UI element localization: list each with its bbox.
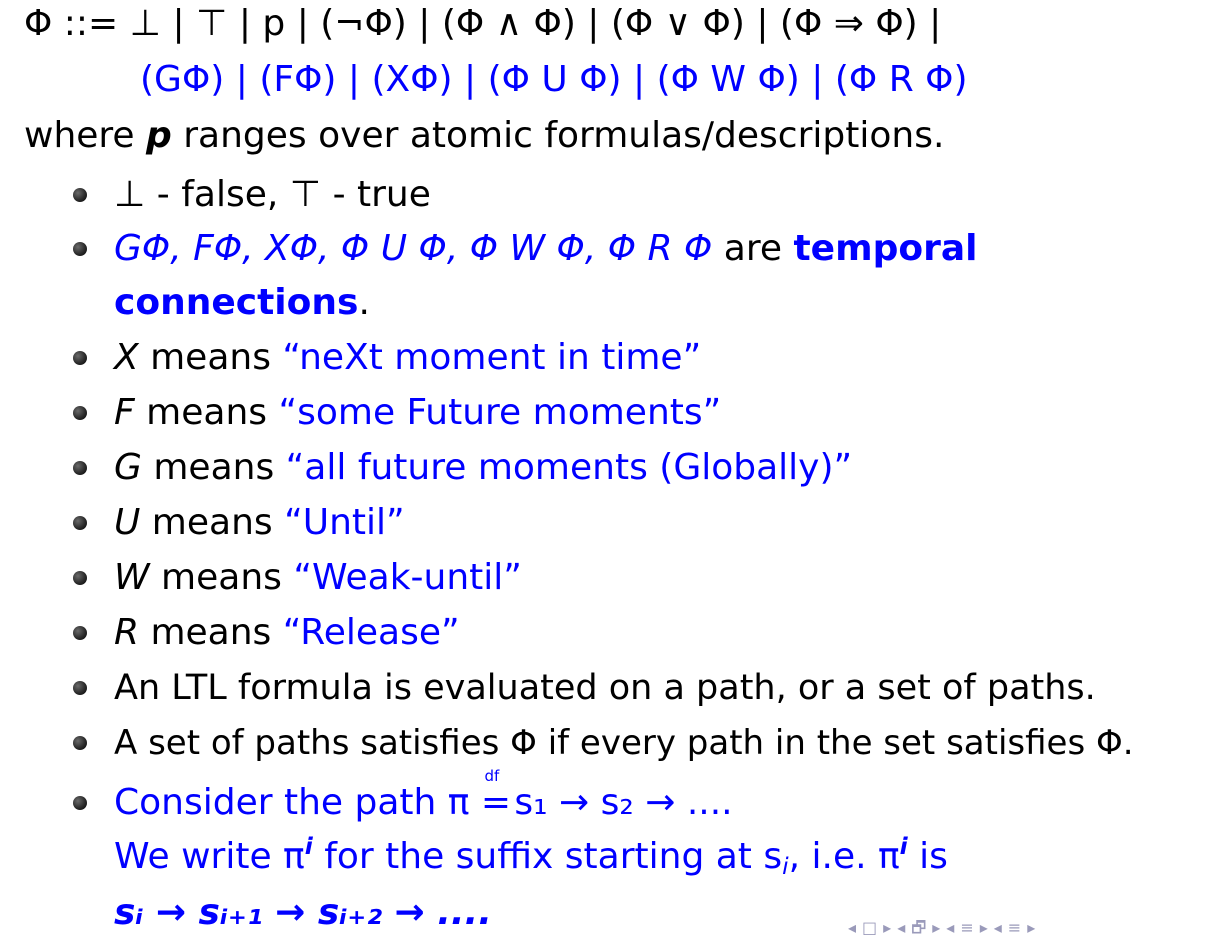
- grammar-line-1-text: Φ ::= ⊥ | ⊤ | p | (¬Φ) | (Φ ∧ Φ) | (Φ ∨ …: [24, 3, 942, 44]
- write-mid: for the suffix starting at s: [312, 836, 783, 877]
- bullet-dot: [73, 681, 87, 695]
- bullet-dot: [73, 461, 87, 475]
- df-equals: df =: [481, 769, 511, 825]
- sup-i: i: [304, 831, 313, 860]
- op-x: X: [114, 337, 139, 378]
- desc-r: “Release”: [282, 612, 460, 653]
- consider-text: Consider the path π: [114, 782, 481, 823]
- bullet-dot: [73, 516, 87, 530]
- means-f: means: [134, 392, 279, 433]
- beamer-navigation: ◂ □ ▸ ◂ 🗗 ▸ ◂ ≡ ▸ ◂ ≡ ▸: [848, 918, 1035, 938]
- sup-i-2: i: [899, 831, 908, 860]
- nav-subsection-icon[interactable]: 🗗: [911, 918, 926, 938]
- ltl-text: An LTL formula is evaluated on a path, o…: [114, 668, 1096, 708]
- temporal-formulas: GΦ, FΦ, XΦ, Φ U Φ, Φ W Φ, Φ R Φ: [114, 228, 713, 269]
- nav-prev-doc-icon[interactable]: ◂: [994, 918, 1002, 938]
- suffix-sequence: sᵢ → sᵢ₊₁ → sᵢ₊₂ → ....: [114, 892, 492, 933]
- bullet-u: U means “Until”: [114, 501, 405, 545]
- nav-prev-frame-icon[interactable]: ◂: [848, 918, 856, 938]
- temporal-are: are: [712, 228, 794, 269]
- nav-frame-icon[interactable]: □: [862, 918, 877, 938]
- nav-next-frame-icon[interactable]: ▸: [883, 918, 891, 938]
- grammar-line-1: Φ ::= ⊥ | ⊤ | p | (¬Φ) | (Φ ∧ Φ) | (Φ ∨ …: [24, 2, 941, 46]
- bullet-f: F means “some Future moments”: [114, 391, 721, 435]
- bullet-ltl: An LTL formula is evaluated on a path, o…: [114, 666, 1096, 710]
- bullet-dot: [73, 406, 87, 420]
- nav-next-subsection-icon[interactable]: ▸: [932, 918, 940, 938]
- bullet-dot: [73, 736, 87, 750]
- where-pre: where: [24, 115, 147, 156]
- temporal-term: temporal: [793, 228, 978, 269]
- false-true-text: ⊥ - false, ⊤ - true: [114, 174, 431, 215]
- means-g: means: [141, 447, 286, 488]
- bullet-r: R means “Release”: [114, 611, 460, 655]
- bullet-dot: [73, 188, 87, 202]
- means-r: means: [139, 612, 283, 653]
- op-f: F: [114, 392, 135, 433]
- where-line: where p ranges over atomic formulas/desc…: [24, 114, 944, 158]
- means-u: means: [140, 502, 285, 543]
- op-r: R: [114, 612, 140, 653]
- nav-prev-subsection-icon[interactable]: ◂: [897, 918, 905, 938]
- slide: Φ ::= ⊥ | ⊤ | p | (¬Φ) | (Φ ∧ Φ) | (Φ ∨ …: [0, 0, 1220, 942]
- means-w: means: [149, 557, 294, 598]
- op-u: U: [114, 502, 141, 543]
- bullet-dot: [73, 351, 87, 365]
- df-label: df: [484, 767, 500, 785]
- bullet-path: Consider the path π df = s₁ → s₂ → ....: [114, 769, 733, 825]
- bullet-dot: [73, 626, 87, 640]
- write-ie: , i.e. π: [788, 836, 900, 877]
- op-w: W: [114, 557, 150, 598]
- bullet-temporal: GΦ, FΦ, XΦ, Φ U Φ, Φ W Φ, Φ R Φ are temp…: [114, 227, 977, 271]
- bullet-path-write: We write πi for the suffix starting at s…: [114, 831, 948, 879]
- nav-doc-icon[interactable]: ≡: [1008, 918, 1021, 938]
- bullet-dot: [73, 242, 87, 256]
- bullet-sat: A set of paths satisfies Φ if every path…: [114, 721, 1134, 765]
- bullet-false-true: ⊥ - false, ⊤ - true: [114, 173, 431, 217]
- temporal-period: .: [358, 282, 370, 323]
- write-pre: We write π: [114, 836, 305, 877]
- bullet-temporal-cont: connections.: [114, 281, 370, 325]
- desc-g: “all future moments (Globally)”: [285, 447, 853, 488]
- nav-next-section-icon[interactable]: ▸: [980, 918, 988, 938]
- bullet-path-suffix: sᵢ → sᵢ₊₁ → sᵢ₊₂ → ....: [114, 891, 492, 935]
- grammar-line-2-text: (GΦ) | (FΦ) | (XΦ) | (Φ U Φ) | (Φ W Φ) |…: [140, 59, 968, 100]
- bullet-x: X means “neXt moment in time”: [114, 336, 701, 380]
- desc-w: “Weak-until”: [293, 557, 522, 598]
- means-x: means: [138, 337, 283, 378]
- sat-text: A set of paths satisfies Φ if every path…: [114, 723, 1134, 763]
- desc-u: “Until”: [284, 502, 405, 543]
- desc-f: “some Future moments”: [278, 392, 722, 433]
- nav-next-doc-icon[interactable]: ▸: [1027, 918, 1035, 938]
- bullet-dot: [73, 796, 87, 810]
- nav-prev-section-icon[interactable]: ◂: [946, 918, 954, 938]
- bullet-g: G means “all future moments (Globally)”: [114, 446, 852, 490]
- desc-x: “neXt moment in time”: [282, 337, 702, 378]
- path-sequence: s₁ → s₂ → ....: [502, 782, 733, 823]
- op-g: G: [114, 447, 142, 488]
- nav-section-icon[interactable]: ≡: [960, 918, 973, 938]
- connections-term: connections: [114, 282, 359, 323]
- grammar-line-2: (GΦ) | (FΦ) | (XΦ) | (Φ U Φ) | (Φ W Φ) |…: [140, 58, 968, 102]
- bullet-w: W means “Weak-until”: [114, 556, 522, 600]
- df-eq: =: [480, 782, 512, 823]
- where-var: p: [146, 115, 172, 156]
- bullet-dot: [73, 571, 87, 585]
- where-post: ranges over atomic formulas/descriptions…: [171, 115, 945, 156]
- write-is: is: [907, 836, 948, 877]
